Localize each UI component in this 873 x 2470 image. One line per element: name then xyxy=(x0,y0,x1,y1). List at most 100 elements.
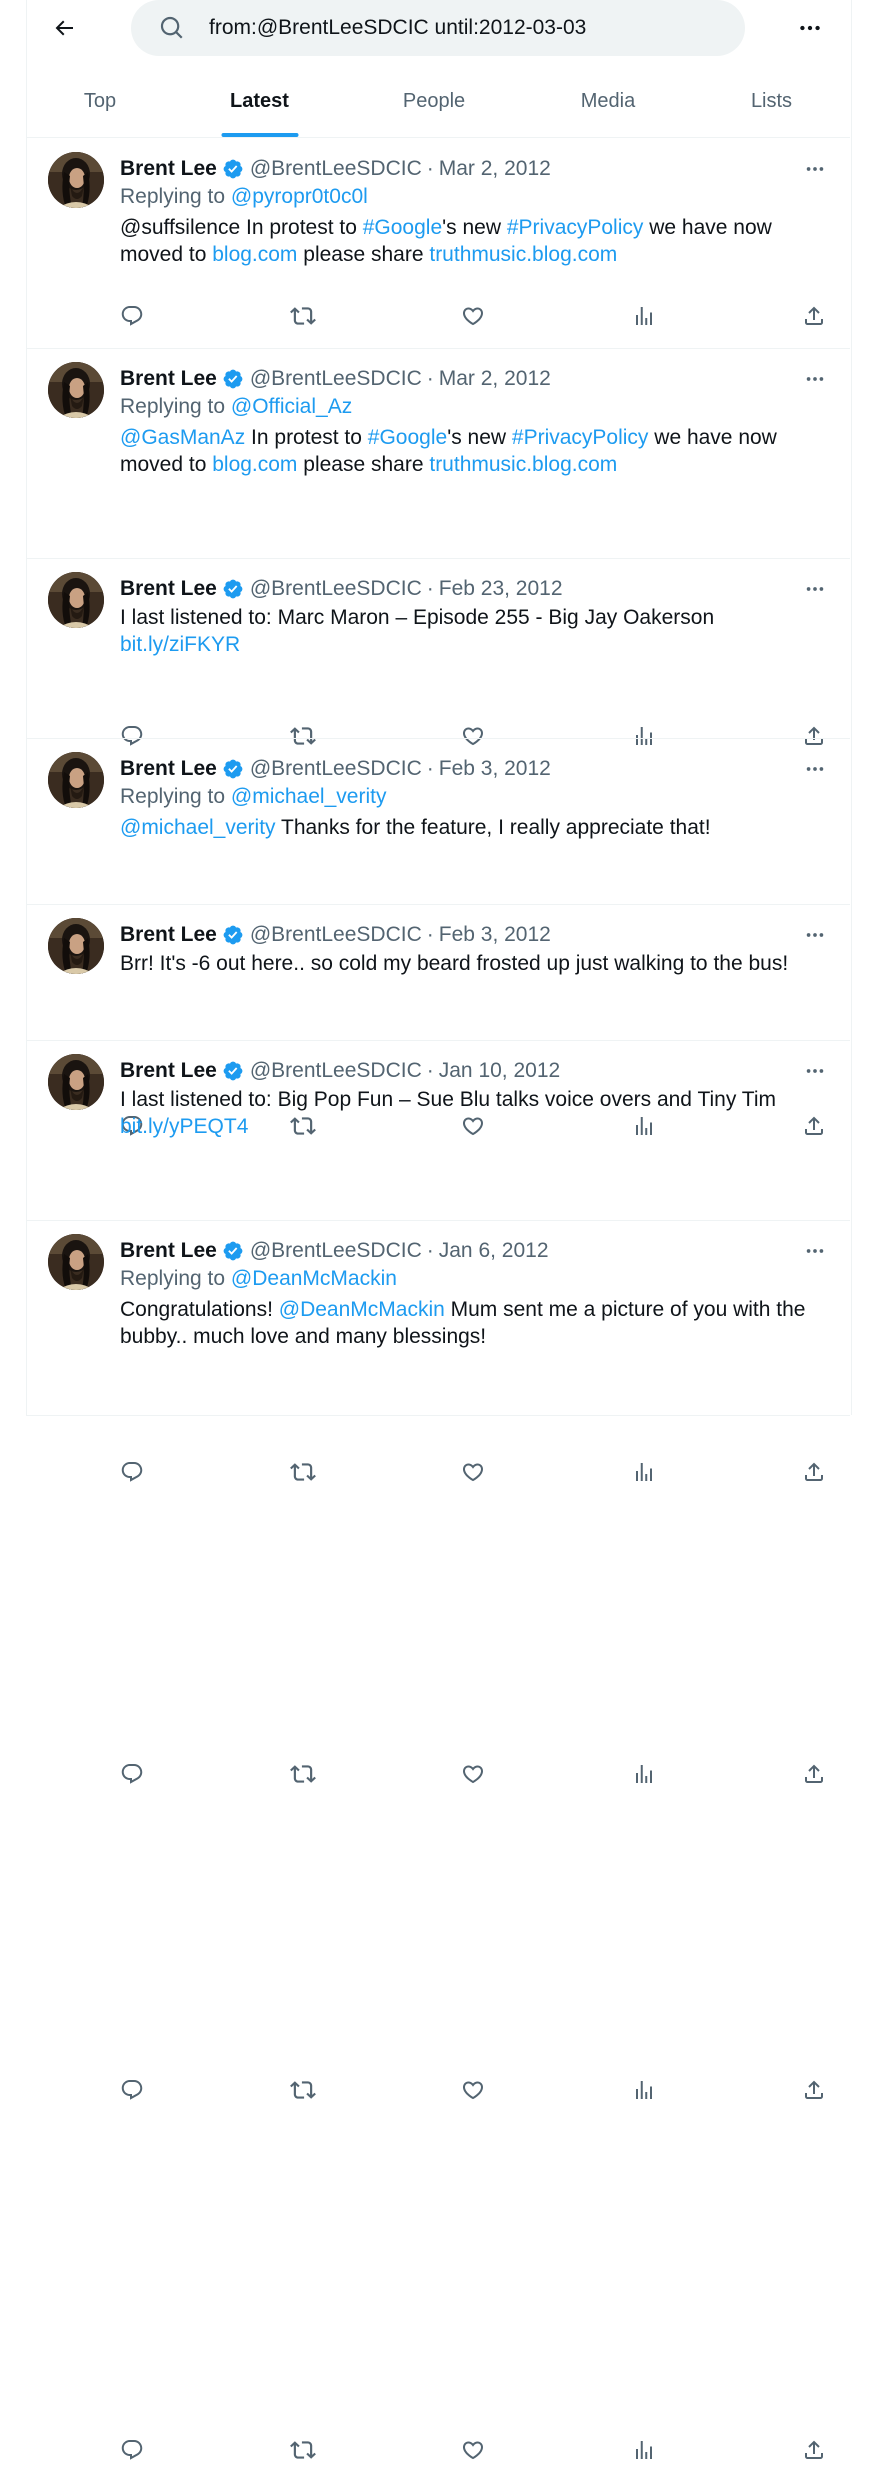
more-options-button[interactable] xyxy=(794,12,826,44)
author-name[interactable]: Brent Lee xyxy=(120,157,217,181)
views-button[interactable] xyxy=(624,296,664,336)
share-button[interactable] xyxy=(794,1452,834,1492)
retweet-button[interactable] xyxy=(283,2070,323,2110)
tweet[interactable]: Brent Lee @BrentLeeSDCIC · Jan 10, 2012 I la… xyxy=(26,1040,850,2100)
tweet-link[interactable]: bit.ly/ziFKYR xyxy=(120,633,240,656)
tweet-text-segment: bubby.. much love and many blessings! xyxy=(120,1325,487,1348)
avatar[interactable] xyxy=(48,918,104,974)
tab-label: Latest xyxy=(230,90,289,112)
tab-latest[interactable]: Latest xyxy=(174,66,345,137)
heart-icon xyxy=(461,2078,485,2102)
back-button[interactable] xyxy=(48,12,80,44)
tweet[interactable]: Brent Lee @BrentLeeSDCIC · Feb 3, 2012 Brr! … xyxy=(26,904,850,1784)
replying-to-link[interactable]: @pyropr0t0c0l xyxy=(231,185,368,208)
reply-button[interactable] xyxy=(112,2070,152,2110)
like-button[interactable] xyxy=(453,2430,493,2470)
views-button[interactable] xyxy=(624,1452,664,1492)
tweet[interactable]: Brent Lee @BrentLeeSDCIC · Feb 3, 2012 Reply… xyxy=(26,738,850,1482)
author-name[interactable]: Brent Lee xyxy=(120,1239,217,1263)
tweet-date[interactable]: Mar 2, 2012 xyxy=(439,157,551,181)
author-handle[interactable]: @BrentLeeSDCIC xyxy=(250,157,422,181)
tweet-link[interactable]: truthmusic.blog.com xyxy=(429,453,617,476)
like-button[interactable] xyxy=(453,2070,493,2110)
tweet-date[interactable]: Mar 2, 2012 xyxy=(439,367,551,391)
like-button[interactable] xyxy=(453,296,493,336)
retweet-button[interactable] xyxy=(283,296,323,336)
search-bar[interactable] xyxy=(131,0,745,56)
tweet-date[interactable]: Feb 23, 2012 xyxy=(439,577,563,601)
tab-lists[interactable]: Lists xyxy=(693,66,850,137)
more-button[interactable] xyxy=(800,154,830,184)
reply-button[interactable] xyxy=(112,1754,152,1794)
tweet-link[interactable]: #Google xyxy=(363,216,442,239)
avatar[interactable] xyxy=(48,362,104,418)
tweet[interactable]: Brent Lee @BrentLeeSDCIC · Jan 6, 2012 Reply… xyxy=(26,1220,850,2460)
reply-button[interactable] xyxy=(112,296,152,336)
more-button[interactable] xyxy=(800,1056,830,1086)
like-button[interactable] xyxy=(453,1452,493,1492)
author-name[interactable]: Brent Lee xyxy=(120,1059,217,1083)
author-handle[interactable]: @BrentLeeSDCIC xyxy=(250,757,422,781)
author-handle[interactable]: @BrentLeeSDCIC xyxy=(250,1239,422,1263)
replying-to-link[interactable]: @Official_Az xyxy=(231,395,352,418)
tweet-link[interactable]: @DeanMcMackin xyxy=(279,1298,445,1321)
separator-dot: · xyxy=(426,1059,434,1082)
more-button[interactable] xyxy=(800,364,830,394)
replying-to-link[interactable]: @DeanMcMackin xyxy=(231,1267,397,1290)
tweet[interactable]: Brent Lee @BrentLeeSDCIC · Mar 2, 2012 Reply… xyxy=(26,138,850,349)
author-handle[interactable]: @BrentLeeSDCIC xyxy=(250,367,422,391)
author-handle[interactable]: @BrentLeeSDCIC xyxy=(250,923,422,947)
share-button[interactable] xyxy=(794,2430,834,2470)
tab-top[interactable]: Top xyxy=(26,66,174,137)
author-handle[interactable]: @BrentLeeSDCIC xyxy=(250,577,422,601)
retweet-icon xyxy=(290,1761,316,1787)
tweet-header: Brent Lee @BrentLeeSDCIC · Mar 2, 2012 xyxy=(120,154,551,184)
more-button[interactable] xyxy=(800,1236,830,1266)
avatar[interactable] xyxy=(48,152,104,208)
like-button[interactable] xyxy=(453,1754,493,1794)
tweet-date[interactable]: Feb 3, 2012 xyxy=(439,757,551,781)
more-button[interactable] xyxy=(800,920,830,950)
tweet-date[interactable]: Feb 3, 2012 xyxy=(439,923,551,947)
tweet-date[interactable]: Jan 10, 2012 xyxy=(439,1059,560,1083)
author-handle[interactable]: @BrentLeeSDCIC xyxy=(250,1059,422,1083)
tweet-link[interactable]: #Google xyxy=(368,426,447,449)
share-button[interactable] xyxy=(794,1754,834,1794)
tweet-link[interactable]: @GasManAz xyxy=(120,426,245,449)
more-button[interactable] xyxy=(800,754,830,784)
avatar[interactable] xyxy=(48,1054,104,1110)
tab-people[interactable]: People xyxy=(345,66,523,137)
retweet-button[interactable] xyxy=(283,2430,323,2470)
reply-button[interactable] xyxy=(112,1452,152,1492)
tweet[interactable]: Brent Lee @BrentLeeSDCIC · Feb 23, 2012 I la… xyxy=(26,558,850,1136)
author-name[interactable]: Brent Lee xyxy=(120,923,217,947)
avatar[interactable] xyxy=(48,1234,104,1290)
views-button[interactable] xyxy=(624,2070,664,2110)
tweet-link[interactable]: truthmusic.blog.com xyxy=(429,243,617,266)
tweet-link[interactable]: @michael_verity xyxy=(120,816,276,839)
tweet-link[interactable]: blog.com xyxy=(212,453,297,476)
author-name[interactable]: Brent Lee xyxy=(120,367,217,391)
reply-button[interactable] xyxy=(112,2430,152,2470)
views-button[interactable] xyxy=(624,2430,664,2470)
tweet-link[interactable]: #PrivacyPolicy xyxy=(512,426,649,449)
share-button[interactable] xyxy=(794,2070,834,2110)
avatar[interactable] xyxy=(48,572,104,628)
author-name[interactable]: Brent Lee xyxy=(120,577,217,601)
tweet-link[interactable]: #PrivacyPolicy xyxy=(507,216,644,239)
verified-badge-icon xyxy=(222,1060,244,1082)
views-button[interactable] xyxy=(624,1754,664,1794)
more-button[interactable] xyxy=(800,574,830,604)
tab-media[interactable]: Media xyxy=(523,66,693,137)
tweet-link[interactable]: blog.com xyxy=(212,243,297,266)
retweet-button[interactable] xyxy=(283,1754,323,1794)
author-name[interactable]: Brent Lee xyxy=(120,757,217,781)
retweet-button[interactable] xyxy=(283,1452,323,1492)
tweet[interactable]: Brent Lee @BrentLeeSDCIC · Mar 2, 2012 Reply… xyxy=(26,348,850,746)
tweet-link[interactable]: bit.ly/yPEQT4 xyxy=(120,1115,248,1138)
avatar[interactable] xyxy=(48,752,104,808)
share-button[interactable] xyxy=(794,296,834,336)
replying-to-link[interactable]: @michael_verity xyxy=(231,785,387,808)
tweet-date[interactable]: Jan 6, 2012 xyxy=(439,1239,549,1263)
search-input[interactable] xyxy=(209,8,729,48)
